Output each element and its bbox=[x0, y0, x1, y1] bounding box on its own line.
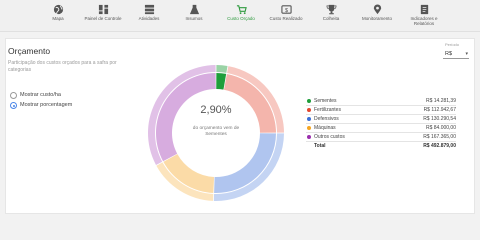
nav-item-indicadores-e-relatorios[interactable]: Indicadores e Relatórios bbox=[400, 2, 448, 32]
period-label: Período bbox=[445, 42, 460, 47]
nav-item-custo-orcado[interactable]: Custo Orçado bbox=[217, 2, 265, 32]
legend-name: Máquinas bbox=[314, 125, 336, 131]
radio-circle[interactable] bbox=[10, 92, 17, 99]
trophy-icon bbox=[326, 4, 336, 15]
legend-swatch bbox=[307, 135, 311, 139]
nav-item-atividades[interactable]: Atividades bbox=[125, 2, 173, 32]
location-pin-icon bbox=[373, 4, 381, 15]
nav-label: Monitoramento bbox=[361, 16, 392, 21]
legend-row[interactable]: Sementes R$ 14.281,39 bbox=[306, 97, 456, 105]
radio-circle[interactable] bbox=[10, 102, 17, 109]
legend-row[interactable]: Defensivos R$ 130.290,54 bbox=[306, 115, 456, 123]
legend-total-row: Total R$ 492.879,00 bbox=[306, 142, 456, 150]
legend-name: Sementes bbox=[314, 98, 337, 104]
card-subtitle: Participação dos custos orçados para a s… bbox=[8, 60, 117, 73]
donut-outer-slice[interactable] bbox=[216, 65, 228, 73]
nav-item-custo-realizado[interactable]: $ Custo Realizado bbox=[262, 2, 310, 32]
globe-icon bbox=[53, 4, 63, 15]
activities-icon bbox=[144, 4, 154, 15]
legend-name: Defensivos bbox=[314, 116, 339, 122]
legend-value: R$ 130.290,54 bbox=[423, 116, 456, 122]
nav-label: Custo Orçado bbox=[227, 16, 255, 21]
legend-total-label: Total bbox=[314, 143, 326, 149]
flask-icon bbox=[189, 4, 199, 15]
legend-swatch bbox=[307, 117, 311, 121]
nav-item-mapa[interactable]: Mapa bbox=[34, 2, 82, 32]
legend-name: Outros custos bbox=[314, 134, 345, 140]
legend-row[interactable]: Máquinas R$ 84.000,00 bbox=[306, 124, 456, 132]
nav-item-monitoramento[interactable]: Monitoramento bbox=[353, 2, 401, 32]
donut-slice[interactable] bbox=[214, 133, 276, 193]
budget-donut-chart: 2,90% do orçamento vem de Sementes bbox=[132, 49, 300, 217]
period-select-value: R$ bbox=[445, 51, 453, 57]
donut-center-caption: do orçamento vem de Sementes bbox=[192, 126, 240, 137]
legend-value: R$ 84.000,00 bbox=[425, 125, 456, 131]
nav-label: Painel de Controle bbox=[84, 16, 122, 21]
nav-label: Mapa bbox=[52, 16, 64, 21]
nav-item-painel-de-controle[interactable]: Painel de Controle bbox=[79, 2, 127, 32]
donut-slice[interactable] bbox=[156, 73, 216, 162]
nav-label: Colheita bbox=[322, 16, 340, 21]
legend-name: Fertilizantes bbox=[314, 107, 341, 113]
radio-show-cost[interactable]: Mostrar custo/ha bbox=[10, 91, 100, 100]
nav-label: Custo Realizado bbox=[269, 16, 303, 21]
card-title: Orçamento bbox=[8, 46, 51, 56]
nav-label: Indicadores e Relatórios bbox=[410, 16, 438, 26]
chevron-down-icon: ▾ bbox=[465, 51, 468, 57]
legend-value: R$ 14.281,39 bbox=[425, 98, 456, 104]
radio-show-percent[interactable]: Mostrar porcentagem bbox=[10, 101, 100, 110]
money-icon: $ bbox=[280, 5, 292, 14]
legend-swatch bbox=[307, 99, 311, 103]
donut-slice[interactable] bbox=[163, 154, 215, 193]
cart-icon bbox=[236, 5, 247, 15]
legend-swatch bbox=[307, 126, 311, 130]
budget-card: Orçamento Participação dos custos orçado… bbox=[5, 38, 475, 214]
nav-item-insumos[interactable]: Insumos bbox=[170, 2, 218, 32]
radio-label: Mostrar porcentagem bbox=[20, 102, 73, 108]
nav-label: Atividades bbox=[138, 16, 160, 21]
svg-text:$: $ bbox=[284, 8, 287, 14]
report-icon bbox=[420, 4, 428, 15]
nav-label: Insumos bbox=[185, 16, 203, 21]
dashboard-icon bbox=[98, 4, 108, 15]
legend-total-value: R$ 492.879,00 bbox=[423, 143, 456, 149]
legend-swatch bbox=[307, 108, 311, 112]
legend-row[interactable]: Outros custos R$ 167.365,00 bbox=[306, 133, 456, 141]
legend-value: R$ 112.942,67 bbox=[423, 107, 456, 113]
top-navigation-bar: Mapa Painel de Controle Atividades Insum… bbox=[0, 0, 480, 32]
legend-row[interactable]: Fertilizantes R$ 112.942,67 bbox=[306, 106, 456, 114]
legend-value: R$ 167.365,00 bbox=[423, 134, 456, 140]
radio-label: Mostrar custo/ha bbox=[20, 92, 61, 98]
period-select[interactable]: R$ ▾ bbox=[443, 49, 469, 59]
donut-center-value: 2,90% bbox=[200, 104, 232, 116]
nav-item-colheita[interactable]: Colheita bbox=[307, 2, 355, 32]
